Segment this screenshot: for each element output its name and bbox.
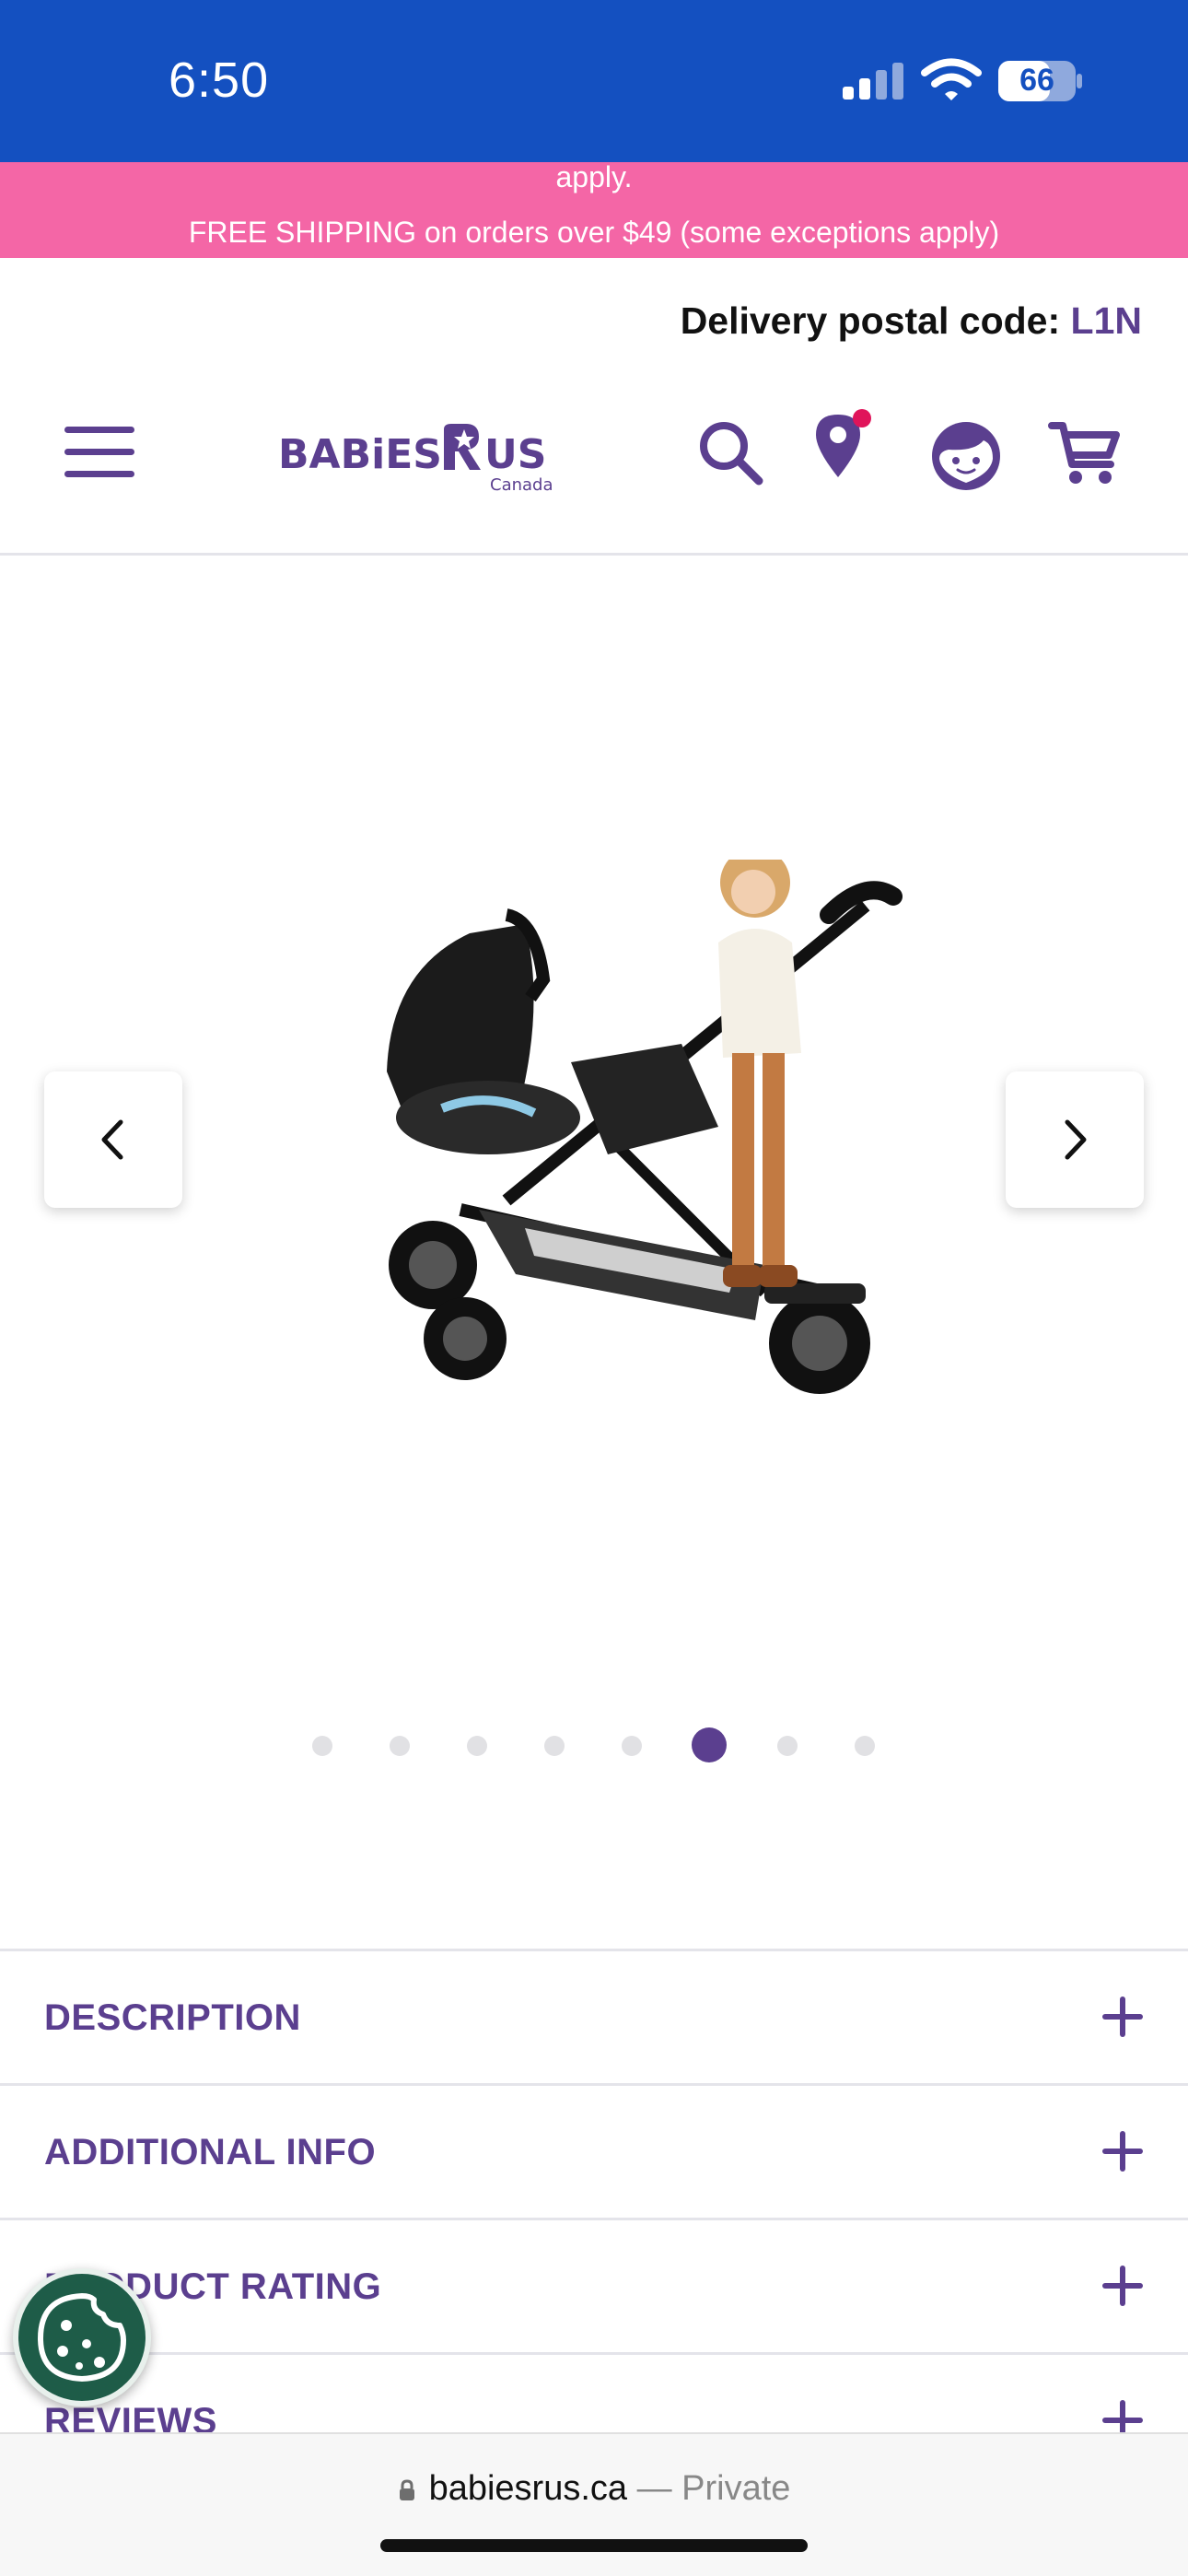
private-mode-label: Private [681, 2469, 791, 2508]
carousel-prev-button[interactable] [44, 1071, 182, 1208]
carousel-dots [0, 1716, 1188, 1772]
wifi-icon [921, 58, 982, 100]
plus-icon[interactable] [1101, 1996, 1144, 2038]
accordion-label: ADDITIONAL INFO [44, 2132, 377, 2172]
babiesrus-logo[interactable]: BABiES US Canada [276, 413, 553, 498]
chevron-right-icon [1065, 1119, 1087, 1160]
carousel-dot[interactable] [467, 1736, 487, 1756]
cart-icon[interactable] [1048, 416, 1124, 492]
promo-previous-text: apply. [555, 162, 633, 193]
status-bar: 6:50 66 [0, 0, 1188, 162]
search-icon[interactable] [693, 415, 768, 490]
cookie-settings-button[interactable] [13, 2268, 151, 2406]
site-header: BABiES US Canada [0, 396, 1188, 507]
product-image[interactable] [368, 860, 921, 1431]
svg-text:BABiES: BABiES [278, 431, 442, 478]
chevron-left-icon [101, 1119, 123, 1160]
carousel-dot[interactable] [622, 1736, 642, 1756]
carousel-dot-active[interactable] [692, 1727, 727, 1762]
url-host: babiesrus.ca [428, 2469, 628, 2508]
status-time: 6:50 [169, 53, 270, 108]
carousel-dot[interactable] [855, 1736, 875, 1756]
product-image-carousel[interactable] [0, 556, 1188, 1949]
carousel-dot[interactable] [777, 1736, 798, 1756]
lock-icon [399, 2479, 414, 2500]
battery-indicator: 66 [997, 60, 1084, 102]
plus-icon[interactable] [1101, 2265, 1144, 2307]
address-display[interactable]: babiesrus.ca — Private [0, 2469, 1188, 2509]
carousel-dot[interactable] [390, 1736, 410, 1756]
promo-text: FREE SHIPPING on orders over $49 (some e… [188, 216, 1000, 249]
svg-text:US: US [484, 431, 546, 478]
plus-icon[interactable] [1101, 2130, 1144, 2172]
url-separator: — [627, 2469, 682, 2508]
cookie-icon [38, 2293, 126, 2382]
carousel-dot[interactable] [312, 1736, 332, 1756]
delivery-postal-code[interactable]: Delivery postal code: L1N [681, 299, 1142, 343]
accordion-description[interactable]: DESCRIPTION [0, 1949, 1188, 2083]
accordion-label: DESCRIPTION [44, 1997, 301, 2038]
accordion-product-rating[interactable]: PRODUCT RATING [0, 2218, 1188, 2352]
logo-sub: Canada [490, 475, 553, 495]
signal-icon [843, 63, 903, 100]
postal-code-value[interactable]: L1N [1071, 299, 1142, 342]
store-locator-icon[interactable] [805, 407, 880, 483]
account-icon[interactable] [928, 418, 1004, 494]
carousel-dot[interactable] [544, 1736, 565, 1756]
battery-level: 66 [1019, 63, 1054, 98]
menu-icon[interactable] [64, 427, 134, 478]
accordion-additional-info[interactable]: ADDITIONAL INFO [0, 2083, 1188, 2218]
browser-url-bar[interactable]: babiesrus.ca — Private [0, 2432, 1188, 2576]
postal-label: Delivery postal code: [680, 299, 1061, 342]
promo-banner[interactable]: apply. FREE SHIPPING on orders over $49 … [0, 162, 1188, 258]
carousel-next-button[interactable] [1006, 1071, 1144, 1208]
home-indicator[interactable] [380, 2539, 808, 2552]
logo-icon: BABiES US Canada [278, 424, 553, 495]
